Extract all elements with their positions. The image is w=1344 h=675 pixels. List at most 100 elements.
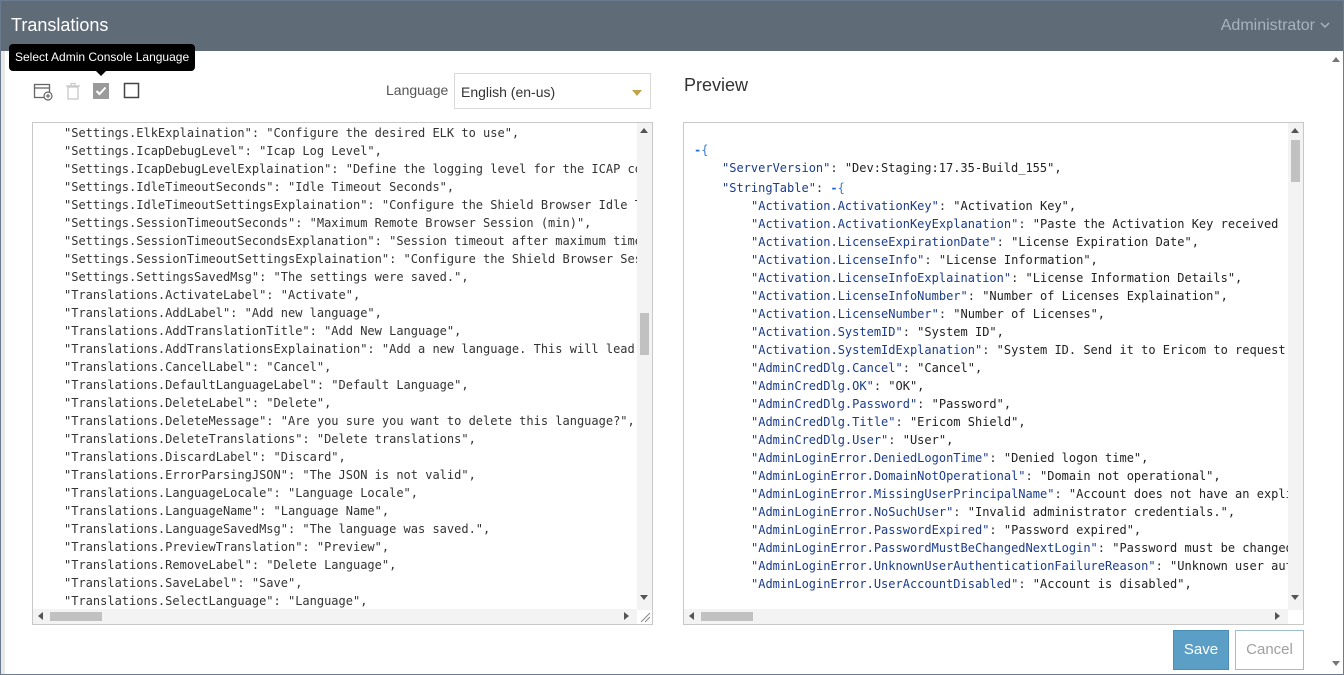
preview-line: "AdminCredDlg.User": "User",	[694, 431, 1293, 449]
preview-line: "AdminLoginError.UnknownUserAuthenticati…	[694, 557, 1293, 575]
scroll-up-arrow-icon[interactable]	[640, 128, 648, 133]
editor-text[interactable]: "Settings.ElkExplaination": "Configure t…	[64, 124, 642, 610]
scroll-up-arrow-icon[interactable]	[1291, 128, 1299, 133]
editor-line: "Settings.IcapDebugLevel": "Icap Log Lev…	[64, 144, 382, 158]
preview-panel[interactable]: -{ "ServerVersion": "Dev:Staging:17.35-Bu…	[683, 122, 1304, 625]
cancel-button[interactable]: Cancel	[1235, 630, 1304, 670]
delete-icon[interactable]	[63, 81, 83, 101]
preview-json-tree: -{ "ServerVersion": "Dev:Staging:17.35-Bu…	[694, 141, 1293, 593]
scroll-down-arrow-icon[interactable]	[1291, 595, 1299, 600]
save-button[interactable]: Save	[1173, 630, 1229, 670]
collapse-toggle-icon[interactable]: -	[830, 181, 837, 195]
json-colon: :	[1155, 559, 1171, 573]
editor-line: "Translations.SelectLanguage": "Language…	[64, 594, 368, 608]
editor-horizontal-scroll-thumb[interactable]	[50, 612, 102, 621]
title-bar: Translations Administrator	[1, 1, 1343, 51]
json-colon: :	[902, 325, 918, 339]
checked-checkbox-icon[interactable]	[91, 81, 111, 101]
editor-horizontal-scrollbar[interactable]	[33, 609, 637, 624]
json-colon: :	[1018, 577, 1033, 591]
page-vertical-scrollbar[interactable]	[1329, 51, 1343, 674]
json-value: "Number of Licenses",	[953, 307, 1106, 321]
user-menu[interactable]: Administrator	[1221, 17, 1315, 35]
json-colon: :	[938, 199, 954, 213]
translation-editor[interactable]: "Settings.ElkExplaination": "Configure t…	[32, 122, 653, 625]
scroll-down-arrow-icon[interactable]	[640, 595, 648, 600]
translations-window: Translations Administrator Select Admin …	[0, 0, 1344, 675]
language-select[interactable]: English (en-us)	[454, 73, 651, 109]
scroll-right-arrow-icon[interactable]	[1275, 612, 1280, 620]
preview-line: "AdminCredDlg.Title": "Ericom Shield",	[694, 413, 1293, 431]
editor-line: "Translations.LanguageLocale": "Language…	[64, 486, 419, 500]
json-value: "Denied logon time",	[1003, 451, 1149, 465]
json-value: "Paste the Activation Key received	[1032, 217, 1279, 231]
preview-line: "Activation.LicenseInfoNumber": "Number …	[694, 287, 1293, 305]
scroll-right-arrow-icon[interactable]	[624, 612, 629, 620]
language-selected-value: English (en-us)	[461, 84, 556, 100]
json-key: "Activation.LicenseInfoNumber"	[751, 289, 968, 303]
editor-line: "Settings.IdleTimeoutSettingsExplainatio…	[64, 198, 642, 212]
preview-line: "Activation.ActivationKey": "Activation …	[694, 197, 1293, 215]
json-key: "AdminLoginError.UnknownUserAuthenticati…	[751, 559, 1156, 573]
json-colon: :	[873, 379, 889, 393]
json-colon: :	[1054, 487, 1069, 501]
json-key: "AdminLoginError.NoSuchUser"	[751, 505, 954, 519]
json-key: "AdminLoginError.MissingUserPrincipalNam…	[751, 487, 1055, 501]
preview-line: "Activation.ActivationKeyExplanation": "…	[694, 215, 1293, 233]
json-key: "ServerVersion"	[722, 161, 831, 175]
json-value: "Unknown user aut	[1170, 559, 1293, 573]
preview-horizontal-scroll-thumb[interactable]	[701, 612, 753, 621]
chevron-down-icon[interactable]	[1319, 19, 1331, 31]
json-key: "Activation.LicenseInfoExplaination"	[751, 271, 1012, 285]
resize-handle-icon[interactable]	[639, 611, 651, 623]
editor-vertical-scroll-thumb[interactable]	[640, 313, 649, 355]
json-value: "Domain not operational",	[1040, 469, 1221, 483]
editor-line: "Settings.SettingsSavedMsg": "The settin…	[64, 270, 469, 284]
editor-line: "Settings.IdleTimeoutSeconds": "Idle Tim…	[64, 180, 455, 194]
preview-line: "ServerVersion": "Dev:Staging:17.35-Buil…	[694, 159, 1293, 177]
json-value: "Account does not have an expli	[1068, 487, 1293, 501]
scroll-up-arrow-icon[interactable]	[1332, 57, 1340, 62]
json-key: "AdminCredDlg.User"	[751, 433, 889, 447]
json-value: "System ID",	[917, 325, 1004, 339]
json-colon: :	[1097, 541, 1113, 555]
json-key: "AdminLoginError.PasswordMustBeChangedNe…	[751, 541, 1098, 555]
scroll-left-arrow-icon[interactable]	[689, 612, 694, 620]
editor-line: "Settings.ElkExplaination": "Configure t…	[64, 126, 520, 140]
preview-line: "AdminLoginError.DeniedLogonTime": "Deni…	[694, 449, 1293, 467]
preview-line: "StringTable": -{	[694, 179, 1293, 197]
editor-line: "Translations.DeleteMessage": "Are you s…	[64, 414, 635, 428]
json-value: "Password",	[931, 397, 1012, 411]
json-colon: :	[1011, 271, 1026, 285]
json-value: "Dev:Staging:17.35-Build_155",	[844, 161, 1062, 175]
preview-line: "AdminLoginError.PasswordExpired": "Pass…	[694, 521, 1293, 539]
preview-vertical-scrollbar[interactable]	[1288, 123, 1303, 610]
editor-line: "Translations.AddTranslationsExplainatio…	[64, 342, 635, 356]
json-key: "Activation.SystemIdExplanation"	[751, 343, 983, 357]
json-colon: :	[917, 397, 932, 411]
json-value: "Password expired",	[1003, 523, 1142, 537]
json-key: "Activation.LicenseInfo"	[751, 253, 925, 267]
add-translation-icon[interactable]	[33, 81, 53, 101]
preview-horizontal-scrollbar[interactable]	[684, 609, 1288, 624]
preview-line: "Activation.LicenseExpirationDate": "Lic…	[694, 233, 1293, 251]
scroll-left-arrow-icon[interactable]	[38, 612, 43, 620]
preview-line: "Activation.LicenseInfo": "License Infor…	[694, 251, 1293, 269]
json-brace: {	[837, 181, 845, 195]
empty-checkbox-icon[interactable]	[122, 81, 142, 101]
json-colon: :	[888, 433, 903, 447]
tooltip: Select Admin Console Language	[9, 44, 196, 76]
preview-line: "Activation.LicenseInfoExplaination": "L…	[694, 269, 1293, 287]
preview-vertical-scroll-thumb[interactable]	[1291, 140, 1300, 182]
json-key: "AdminCredDlg.Title"	[751, 415, 896, 429]
editor-line: "Translations.DeleteTranslations": "Dele…	[64, 432, 476, 446]
json-key: "Activation.ActivationKeyExplanation"	[751, 217, 1019, 231]
left-edge	[1, 51, 5, 674]
editor-line: "Translations.ErrorParsingJSON": "The JS…	[64, 468, 476, 482]
editor-line: "Translations.PreviewTranslation": "Prev…	[64, 540, 390, 554]
editor-vertical-scrollbar[interactable]	[637, 123, 652, 610]
json-key: "AdminCredDlg.Cancel"	[751, 361, 903, 375]
editor-line: "Settings.SessionTimeoutSettingsExplaina…	[64, 252, 642, 266]
scroll-down-arrow-icon[interactable]	[1332, 661, 1340, 666]
json-key: "AdminLoginError.DomainNotOperational"	[751, 469, 1026, 483]
